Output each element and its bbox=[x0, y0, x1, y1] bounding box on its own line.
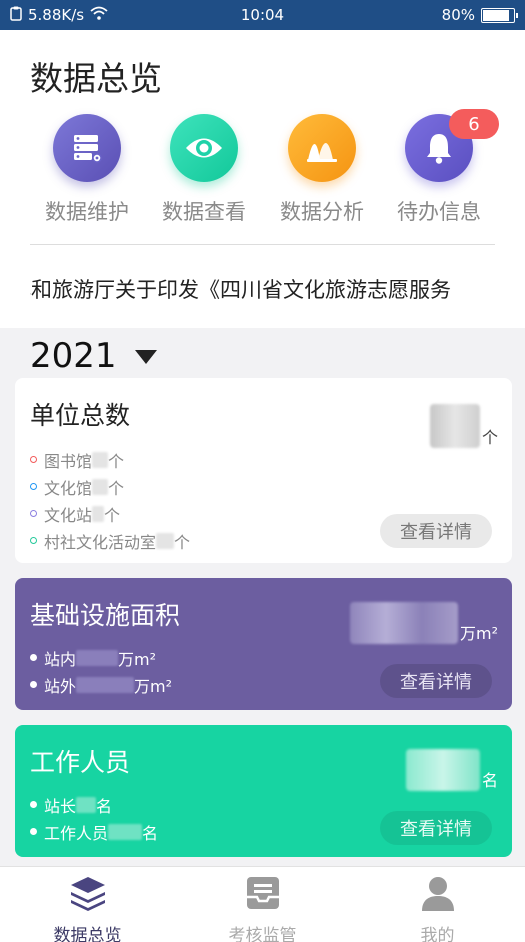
divider bbox=[30, 244, 495, 245]
chart-peaks-icon bbox=[288, 114, 356, 182]
tab-label: 考核监管 bbox=[228, 926, 297, 942]
layers-icon bbox=[69, 875, 107, 915]
page-title: 数据总览 bbox=[30, 59, 162, 98]
view-details-button[interactable]: 查看详情 bbox=[380, 514, 492, 548]
staff-card: 工作人员 名 站长名 工作人员名 查看详情 bbox=[15, 725, 512, 857]
area-total-value: 万m² bbox=[349, 602, 498, 644]
quick-action-label: 数据查看 bbox=[162, 200, 246, 224]
bottom-tab-bar: 数据总览 考核监管 我的 bbox=[0, 866, 525, 942]
tab-label: 我的 bbox=[420, 926, 455, 942]
staff-total-value: 名 bbox=[405, 749, 498, 791]
clipboard-icon bbox=[10, 6, 22, 25]
dropdown-triangle-icon bbox=[134, 350, 157, 364]
tab-data-overview[interactable]: 数据总览 bbox=[0, 867, 175, 942]
battery-percent: 80% bbox=[441, 6, 475, 24]
quick-action-todo[interactable]: 6 待办信息 bbox=[379, 109, 499, 226]
eye-icon bbox=[170, 114, 238, 182]
quick-action-data-view[interactable]: 数据查看 bbox=[144, 114, 264, 226]
infrastructure-area-card: 基础设施面积 万m² 站内 万m² 站外 万m² 查看详情 bbox=[15, 578, 512, 710]
tab-label: 数据总览 bbox=[53, 926, 122, 942]
area-item-inside: 站内 万m² bbox=[30, 644, 172, 671]
white-dot-icon bbox=[30, 654, 37, 661]
card-title: 基础设施面积 bbox=[30, 601, 181, 630]
quick-action-label: 待办信息 bbox=[397, 200, 481, 224]
green-dot-icon bbox=[30, 537, 37, 544]
view-details-button[interactable]: 查看详情 bbox=[380, 811, 492, 845]
quick-action-data-analysis[interactable]: 数据分析 bbox=[262, 114, 382, 226]
staff-item-workers: 工作人员名 bbox=[30, 818, 158, 845]
unit-item-culture-hall: 文化馆个 bbox=[30, 473, 190, 500]
battery-icon bbox=[481, 7, 518, 23]
quick-action-label: 数据维护 bbox=[45, 200, 129, 224]
purple-dot-icon bbox=[30, 510, 37, 517]
quick-action-label: 数据分析 bbox=[280, 200, 364, 224]
unit-item-village-room: 村社文化活动室个 bbox=[30, 527, 190, 554]
overview-header: 数据总览 数据维护 数据查看 数据分析 6 待办信息 化和旅游厅关于印发《四川省… bbox=[0, 30, 525, 328]
network-speed: 5.88K/s bbox=[28, 6, 85, 24]
quick-action-data-maintenance[interactable]: 数据维护 bbox=[27, 114, 147, 226]
unit-item-library: 图书馆个 bbox=[30, 446, 190, 473]
user-icon bbox=[420, 875, 456, 915]
blue-dot-icon bbox=[30, 483, 37, 490]
red-dot-icon bbox=[30, 456, 37, 463]
unit-total-card: 单位总数 个 图书馆个 文化馆个 文化站个 村社文化活动室个 查看详情 bbox=[15, 378, 512, 563]
year-value: 2021 bbox=[30, 336, 117, 376]
white-dot-icon bbox=[30, 801, 37, 808]
area-item-outside: 站外 万m² bbox=[30, 671, 172, 698]
unit-total-value: 个 bbox=[429, 404, 498, 448]
staff-item-director: 站长名 bbox=[30, 791, 158, 818]
unit-item-culture-station: 文化站个 bbox=[30, 500, 190, 527]
card-title: 单位总数 bbox=[30, 401, 131, 430]
notice-marquee[interactable]: 化和旅游厅关于印发《四川省文化旅游志愿服务 bbox=[30, 274, 495, 306]
inbox-icon bbox=[245, 875, 281, 915]
wifi-icon bbox=[90, 6, 108, 24]
tab-assessment[interactable]: 考核监管 bbox=[175, 867, 350, 942]
view-details-button[interactable]: 查看详情 bbox=[380, 664, 492, 698]
bell-icon: 6 bbox=[405, 109, 499, 182]
card-title: 工作人员 bbox=[30, 748, 131, 777]
white-dot-icon bbox=[30, 828, 37, 835]
white-dot-icon bbox=[30, 681, 37, 688]
notice-text: 化和旅游厅关于印发《四川省文化旅游志愿服务 bbox=[30, 278, 451, 302]
tab-mine[interactable]: 我的 bbox=[350, 867, 525, 942]
todo-count-badge: 6 bbox=[449, 109, 499, 139]
server-icon bbox=[53, 114, 121, 182]
status-bar: 5.88K/s 10:04 80% bbox=[0, 0, 525, 30]
year-selector[interactable]: 2021 bbox=[30, 336, 157, 376]
